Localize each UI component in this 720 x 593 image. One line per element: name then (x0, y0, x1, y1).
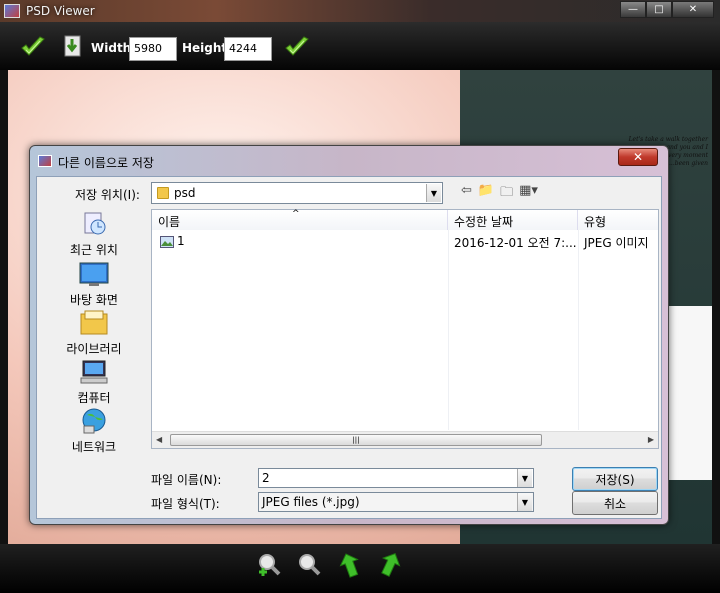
location-label: 저장 위치(I): (75, 188, 140, 202)
column-divider (578, 230, 579, 430)
height-input[interactable]: 4244 (224, 37, 272, 61)
column-header-type[interactable]: 유형 (578, 210, 658, 230)
save-button[interactable]: 저장(S) (572, 467, 658, 491)
jpeg-file-icon (160, 236, 174, 248)
file-name-cell: 1 (177, 234, 185, 248)
location-dropdown[interactable]: psd ▼ (151, 182, 443, 204)
minimize-button[interactable]: — (620, 1, 646, 18)
filetype-label: 파일 형식(T): (151, 497, 220, 511)
place-network[interactable]: 네트워크 (41, 407, 147, 455)
apply-check-icon[interactable] (20, 36, 46, 58)
filetype-select[interactable]: JPEG files (*.jpg) ▼ (258, 492, 534, 512)
app-icon (4, 4, 20, 18)
column-header-label: 이름 (158, 215, 181, 229)
column-divider (448, 230, 449, 430)
filename-input[interactable]: 2 ▼ (258, 468, 534, 488)
place-label: 바탕 화면 (70, 293, 118, 307)
file-list[interactable]: 이름 ^ 수정한 날짜 유형 1 2016-12-01 오전 7:... JPE… (151, 209, 659, 449)
rotate-left-icon[interactable] (338, 552, 364, 578)
place-recent[interactable]: 최근 위치 (41, 210, 147, 258)
dialog-body: 저장 위치(I): psd ▼ ⇦ 📁 🗀 ▦▾ 최근 위치 바탕 화면 라이브… (36, 176, 662, 519)
place-label: 네트워크 (71, 440, 117, 454)
chevron-down-icon[interactable]: ▼ (517, 469, 532, 487)
place-computer[interactable]: 컴퓨터 (41, 358, 147, 406)
dialog-app-icon (38, 155, 52, 167)
cancel-button[interactable]: 취소 (572, 491, 658, 515)
view-menu-icon[interactable]: ▦▾ (519, 183, 538, 205)
height-label: Height (182, 41, 228, 55)
width-label: Width (91, 41, 132, 55)
title-bar: PSD Viewer — □ ✕ (0, 0, 720, 22)
file-type-cell: JPEG 이미지 (584, 236, 649, 250)
window-controls: — □ ✕ (620, 1, 714, 18)
width-input[interactable]: 5980 (129, 37, 177, 61)
window-title: PSD Viewer (26, 4, 95, 18)
horizontal-scrollbar[interactable]: ◀ ||| ▶ (152, 431, 658, 448)
place-label: 최근 위치 (70, 243, 118, 257)
file-modified-cell: 2016-12-01 오전 7:... (454, 236, 577, 250)
place-libraries[interactable]: 라이브러리 (41, 309, 147, 357)
new-folder-icon[interactable]: 🗀 (500, 183, 513, 205)
column-header-modified[interactable]: 수정한 날짜 (448, 210, 578, 230)
zoom-in-icon[interactable] (256, 552, 282, 578)
scrollbar-thumb[interactable]: ||| (170, 434, 542, 446)
save-as-dialog: 다른 이름으로 저장 ✕ 저장 위치(I): psd ▼ ⇦ 📁 🗀 ▦▾ 최근… (29, 145, 669, 525)
dialog-title: 다른 이름으로 저장 (58, 156, 154, 170)
dialog-close-button[interactable]: ✕ (618, 148, 658, 166)
filename-label: 파일 이름(N): (151, 473, 222, 487)
close-button[interactable]: ✕ (672, 1, 714, 18)
computer-icon (80, 360, 108, 384)
up-folder-icon[interactable]: 📁 (478, 183, 494, 205)
zoom-out-icon[interactable] (296, 552, 322, 578)
chevron-down-icon[interactable]: ▼ (517, 493, 532, 511)
column-header-name[interactable]: 이름 ^ (152, 209, 448, 230)
poem-line: Let's take a walk together (628, 136, 708, 143)
desktop-icon (79, 262, 109, 286)
rotate-right-icon[interactable] (378, 552, 404, 578)
save-download-icon[interactable] (60, 34, 86, 60)
location-value: psd (174, 186, 196, 200)
scroll-right-icon[interactable]: ▶ (648, 435, 654, 444)
confirm-size-check-icon[interactable] (284, 36, 310, 58)
sort-ascending-icon: ^ (292, 209, 300, 219)
place-label: 컴퓨터 (77, 391, 111, 405)
network-icon (82, 408, 106, 434)
place-desktop[interactable]: 바탕 화면 (41, 260, 147, 308)
scroll-left-icon[interactable]: ◀ (156, 435, 162, 444)
places-bar: 최근 위치 바탕 화면 라이브러리 컴퓨터 네트워크 (41, 210, 147, 460)
navigation-icons: ⇦ 📁 🗀 ▦▾ (461, 183, 538, 205)
place-label: 라이브러리 (66, 342, 122, 356)
recent-places-icon (84, 212, 106, 235)
libraries-icon (80, 310, 108, 335)
filetype-value: JPEG files (*.jpg) (262, 495, 360, 509)
maximize-button[interactable]: □ (646, 1, 672, 18)
filename-value: 2 (262, 471, 270, 485)
folder-icon (157, 187, 169, 199)
chevron-down-icon[interactable]: ▼ (426, 184, 441, 202)
back-arrow-icon[interactable]: ⇦ (461, 183, 472, 205)
